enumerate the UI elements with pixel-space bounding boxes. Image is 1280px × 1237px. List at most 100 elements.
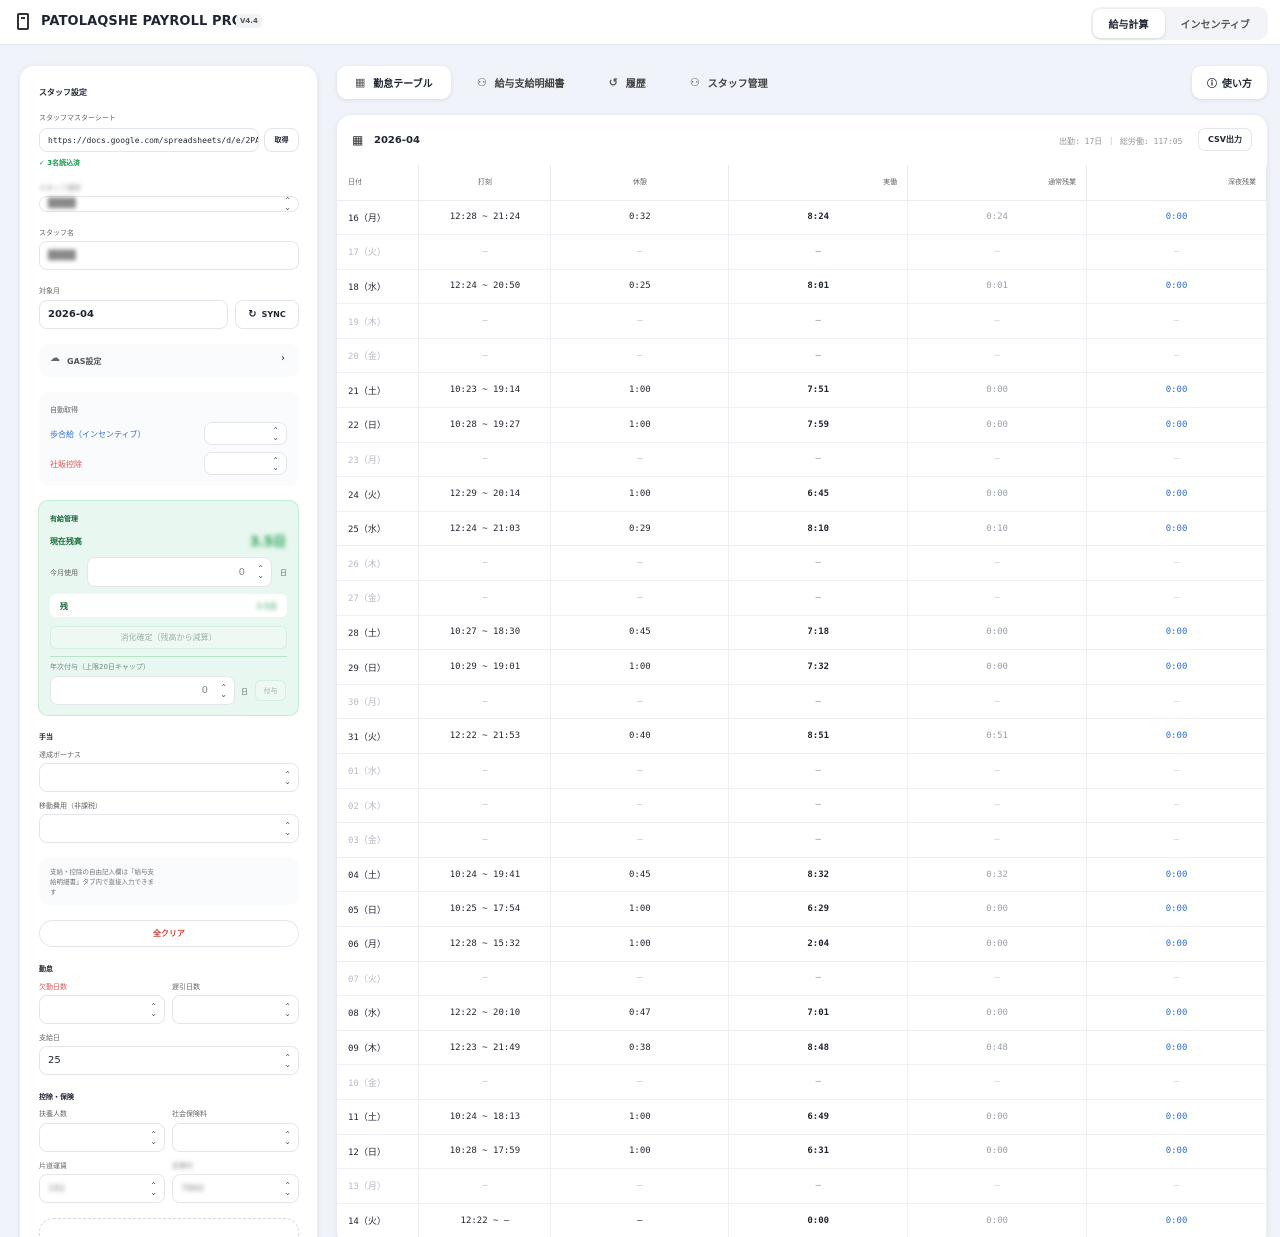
table-row: 27（金） – – – – – (337, 580, 1267, 616)
dependents-input[interactable] (39, 1123, 165, 1152)
table-cell: – (550, 580, 730, 616)
fetch-button[interactable]: 取得 (264, 128, 299, 152)
month-input[interactable]: 2026-04 (39, 300, 228, 329)
col-overtime: 通常残業 (907, 165, 1088, 201)
staff-name-input[interactable]: ████ (39, 241, 299, 270)
table-cell: – (907, 961, 1088, 997)
confirm-leave-button[interactable]: 消化確定（残高から減算） (50, 626, 287, 649)
table-cell: 10:27 ~ 18:30 (418, 615, 552, 651)
late-days-input[interactable] (172, 995, 299, 1024)
tab-payslip[interactable]: ⚇ 給与支給明細書 (459, 66, 583, 99)
table-icon: ▦ (352, 133, 364, 147)
table-cell: 22（日） (337, 407, 420, 443)
table-cell: 23（月） (337, 442, 420, 478)
shaban-input[interactable] (204, 452, 287, 475)
version-badge: V4.4 (236, 14, 262, 28)
table-cell: – (1086, 788, 1267, 824)
table-cell: 0:00 (1086, 1099, 1267, 1135)
table-cell: – (728, 545, 909, 582)
payday-input[interactable]: 25 (39, 1046, 299, 1075)
grant-input[interactable]: 0 (50, 676, 235, 705)
table-cell: – (728, 822, 909, 858)
table-cell: – (1086, 753, 1267, 789)
table-cell: – (550, 1203, 730, 1237)
table-cell: 10:24 ~ 18:13 (418, 1099, 552, 1135)
leave-used-input[interactable]: 0 (87, 557, 272, 587)
table-cell: – (418, 303, 552, 339)
table-cell: 16（月） (337, 200, 420, 236)
incentive-input[interactable] (204, 422, 287, 445)
table-cell: – (550, 1064, 730, 1100)
bonus-input[interactable] (39, 763, 299, 792)
master-sheet-label: スタッフマスターシート (39, 114, 116, 122)
user-icon: ⚇ (476, 76, 487, 89)
grant-button[interactable]: 付与 (255, 680, 286, 701)
table-cell: 14（火） (337, 1203, 420, 1237)
social-insurance-input[interactable] (172, 1123, 299, 1152)
table-row: 25（水） 12:24 ~ 21:03 0:29 8:10 0:10 0:00 (337, 511, 1267, 547)
absent-days-input[interactable] (39, 995, 165, 1024)
leave-balance: 3.5日 (249, 535, 286, 550)
dropzone[interactable] (39, 1218, 299, 1237)
table-cell: 0:38 (550, 1030, 730, 1066)
table-cell: – (907, 822, 1088, 858)
tab-staff[interactable]: ⚇ スタッフ管理 (672, 66, 786, 99)
table-cell: 12:24 ~ 20:50 (418, 269, 552, 305)
nav-incentive[interactable]: インセンティブ (1165, 9, 1266, 38)
table-row: 17（火） – – – – – (337, 234, 1267, 270)
table-cell: 0:25 (550, 269, 730, 305)
table-cell: 6:31 (728, 1134, 909, 1170)
table-cell: – (418, 753, 552, 789)
main-tabs: ▦ 勤怠テーブル ⚇ 給与支給明細書 ↺ 履歴 ⚇ スタッフ管理 (337, 66, 794, 99)
table-cell: 0:00 (907, 1134, 1088, 1170)
table-cell: 0:00 (1086, 649, 1267, 685)
table-cell: – (1086, 234, 1267, 270)
table-cell: 6:29 (728, 891, 909, 927)
csv-export-button[interactable]: CSV出力 (1198, 128, 1252, 151)
staff-select[interactable]: ████ (39, 196, 299, 212)
table-cell: 2:04 (728, 926, 909, 962)
col-date: 日付 (337, 165, 420, 201)
commute-fare-input[interactable]: 182 (39, 1174, 165, 1203)
table-cell: – (728, 1064, 909, 1100)
col-night-overtime: 深夜残業 (1086, 165, 1267, 201)
gas-settings-toggle[interactable]: ☁ GAS設定 › (39, 344, 299, 377)
table-row: 21（土） 10:23 ~ 19:14 1:00 7:51 0:00 0:00 (337, 372, 1267, 409)
help-button[interactable]: ⓘ 使い方 (1192, 66, 1267, 99)
table-cell: – (728, 234, 909, 270)
table-cell: 7:59 (728, 407, 909, 443)
cloud-icon: ☁ (50, 353, 60, 364)
table-cell: – (907, 442, 1088, 478)
tab-attendance[interactable]: ▦ 勤怠テーブル (337, 66, 451, 99)
table-cell: – (1086, 442, 1267, 478)
table-cell: – (1086, 303, 1267, 339)
table-cell: 18（水） (337, 269, 420, 305)
table-cell: – (418, 545, 552, 582)
col-worked: 実働 (728, 165, 909, 201)
table-cell: 0:00 (907, 1203, 1088, 1237)
master-sheet-input[interactable]: https://docs.google.com/spreadsheets/d/e… (39, 128, 259, 152)
commuter-pass-input[interactable]: 7860 (172, 1174, 299, 1203)
table-cell: 1:00 (550, 926, 730, 962)
table-cell: 0:40 (550, 718, 730, 754)
table-cell: – (1086, 580, 1267, 616)
app-title: PATOLAQSHE PAYROLL PRO (41, 14, 243, 29)
table-row: 22（日） 10:28 ~ 19:27 1:00 7:59 0:00 0:00 (337, 407, 1267, 443)
table-cell: – (1086, 1064, 1267, 1100)
sync-button[interactable]: ↻ SYNC (235, 300, 299, 329)
table-cell: – (418, 1064, 552, 1100)
table-row: 03（金） – – – – – (337, 822, 1267, 858)
tab-history[interactable]: ↺ 履歴 (591, 66, 664, 99)
table-row: 10（金） – – – – – (337, 1064, 1267, 1100)
col-break: 休憩 (550, 165, 730, 201)
table-row: 04（土） 10:24 ~ 19:41 0:45 8:32 0:32 0:00 (337, 857, 1267, 893)
table-cell: 0:00 (1086, 511, 1267, 547)
refresh-icon: ↻ (248, 309, 257, 320)
table-cell: 02（木） (337, 788, 420, 824)
table-cell: 12:22 ~ – (418, 1203, 552, 1237)
table-cell: 0:32 (907, 857, 1088, 893)
travel-input[interactable] (39, 814, 299, 843)
table-cell: – (418, 338, 552, 374)
nav-payroll[interactable]: 給与計算 (1092, 9, 1165, 38)
clear-all-button[interactable]: 全クリア (39, 920, 299, 947)
